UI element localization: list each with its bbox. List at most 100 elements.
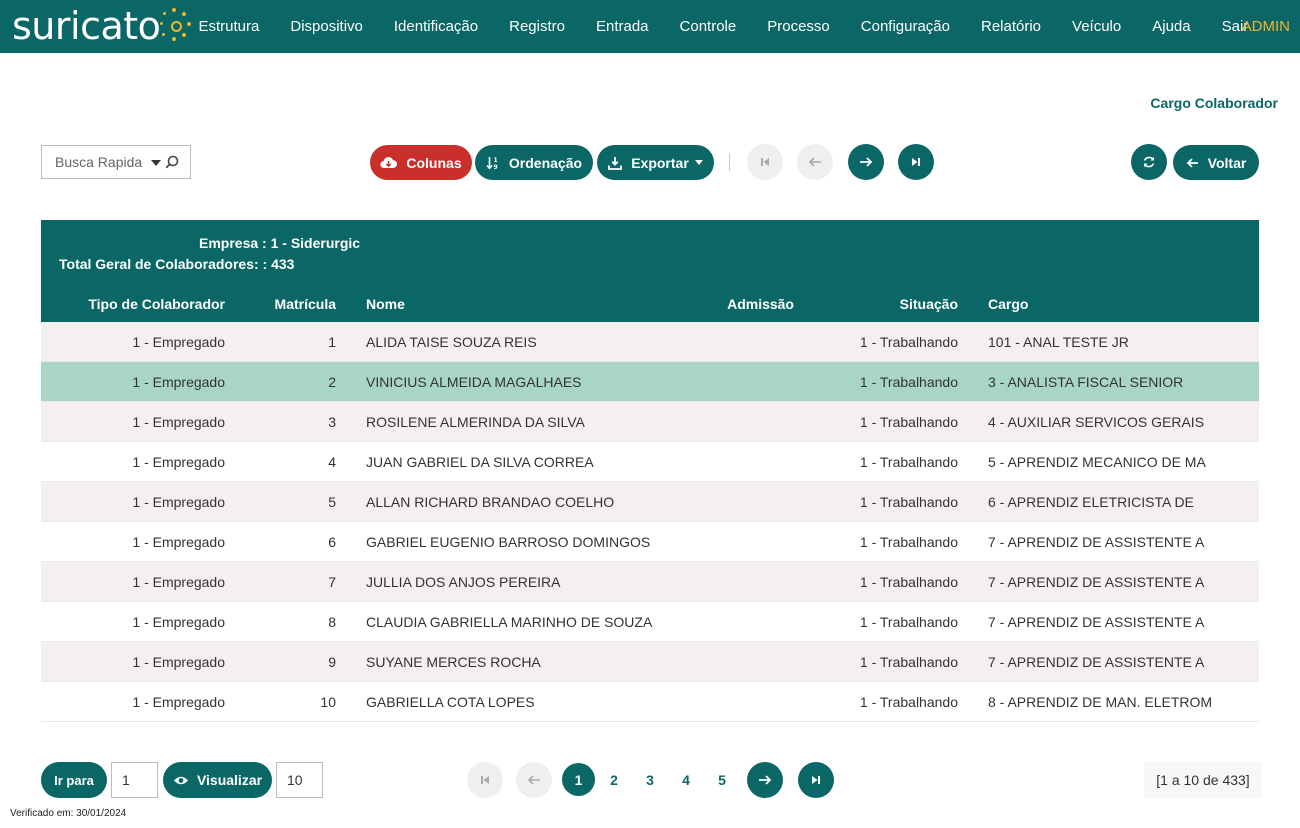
- cell-nome: ALIDA TAISE SOUZA REIS: [366, 334, 537, 350]
- cell-tipo: 1 - Empregado: [132, 614, 225, 630]
- menu-relatorio[interactable]: Relatório: [966, 18, 1057, 35]
- page-number[interactable]: 4: [670, 762, 702, 798]
- suricato-logo[interactable]: suricato: [12, 2, 194, 50]
- table-row[interactable]: 1 - Empregado 5 ALLAN RICHARD BRANDAO COEL…: [41, 482, 1259, 522]
- menu-veiculo[interactable]: Veículo: [1057, 18, 1137, 35]
- cell-cargo: 5 - APRENDIZ MECANICO DE MA: [988, 454, 1206, 470]
- menu-controle[interactable]: Controle: [664, 18, 752, 35]
- cell-matricula: 2: [328, 374, 336, 390]
- table-row[interactable]: 1 - Empregado 1 ALIDA TAISE SOUZA REIS 1 - …: [41, 322, 1259, 362]
- back-label: Voltar: [1207, 154, 1247, 171]
- columns-button[interactable]: Colunas: [370, 145, 472, 180]
- sort-label: Ordenação: [508, 154, 583, 171]
- cell-nome: JUAN GABRIEL DA SILVA CORREA: [366, 454, 594, 470]
- skip-first-icon: [761, 158, 769, 166]
- table-row[interactable]: 1 - Empregado 8 CLAUDIA GABRIELLA MARINHO …: [41, 602, 1259, 642]
- cell-matricula: 8: [328, 614, 336, 630]
- cell-matricula: 4: [328, 454, 336, 470]
- menu-entrada[interactable]: Entrada: [580, 18, 664, 35]
- table-row[interactable]: 1 - Empregado 3 ROSILENE ALMERINDA DA SILV…: [41, 402, 1259, 442]
- cell-cargo: 7 - APRENDIZ DE ASSISTENTE A: [988, 654, 1205, 670]
- pager-first-button[interactable]: [467, 762, 503, 798]
- menu-identificacao[interactable]: Identificação: [378, 18, 493, 35]
- sort-button[interactable]: 19 Ordenação: [475, 145, 593, 180]
- pager-previous-button[interactable]: [516, 762, 552, 798]
- cell-nome: JULLIA DOS ANJOS PEREIRA: [366, 574, 561, 590]
- search-input[interactable]: [53, 153, 147, 171]
- export-button[interactable]: Exportar: [597, 145, 714, 180]
- last-page-button[interactable]: [898, 144, 934, 180]
- cell-cargo: 6 - APRENDIZ ELETRICISTA DE: [988, 494, 1194, 510]
- menu-configuracao[interactable]: Configuração: [845, 18, 965, 35]
- cell-cargo: 8 - APRENDIZ DE MAN. ELETROM: [988, 694, 1213, 710]
- logo-text: suricato: [12, 4, 161, 48]
- sort-icon: 19: [486, 156, 498, 170]
- menu-estrutura[interactable]: Estrutura: [183, 18, 275, 35]
- table-row[interactable]: 1 - Empregado 6 GABRIEL EUGENIO BARROSO DO…: [41, 522, 1259, 562]
- cell-nome: SUYANE MERCES ROCHA: [366, 654, 541, 670]
- caret-down-icon[interactable]: [151, 160, 161, 166]
- refresh-button[interactable]: [1131, 144, 1167, 180]
- cell-nome: GABRIELLA COTA LOPES: [366, 694, 535, 710]
- table-row[interactable]: 1 - Empregado 10 GABRIELLA COTA LOPES 1 - T…: [41, 682, 1259, 722]
- skip-first-icon: [481, 776, 489, 784]
- svg-text:9: 9: [493, 164, 497, 170]
- pager-next-button[interactable]: [747, 762, 783, 798]
- view-button[interactable]: Visualizar: [163, 762, 272, 798]
- cell-matricula: 7: [328, 574, 336, 590]
- table-row[interactable]: 1 - Empregado 2 VINICIUS ALMEIDA MAGALHAES…: [41, 362, 1259, 402]
- menu-registro[interactable]: Registro: [494, 18, 581, 35]
- skip-last-icon: [812, 776, 820, 784]
- pager-last-button[interactable]: [798, 762, 834, 798]
- cell-cargo: 7 - APRENDIZ DE ASSISTENTE A: [988, 574, 1205, 590]
- cell-tipo: 1 - Empregado: [132, 694, 225, 710]
- cell-situacao: 1 - Trabalhando: [859, 454, 958, 470]
- first-page-button[interactable]: [747, 144, 783, 180]
- arrow-right-icon: [759, 775, 772, 785]
- column-header-admissao[interactable]: Admissão: [727, 296, 794, 312]
- cell-cargo: 7 - APRENDIZ DE ASSISTENTE A: [988, 534, 1205, 550]
- record-range: [1 a 10 de 433]: [1144, 762, 1262, 798]
- cell-tipo: 1 - Empregado: [132, 534, 225, 550]
- goto-button[interactable]: Ir para: [41, 762, 107, 798]
- goto-page-input[interactable]: [111, 762, 158, 798]
- table-row[interactable]: 1 - Empregado 4 JUAN GABRIEL DA SILVA CORR…: [41, 442, 1259, 482]
- cell-situacao: 1 - Trabalhando: [859, 614, 958, 630]
- page-title: Cargo Colaborador: [1150, 95, 1278, 111]
- column-header-cargo[interactable]: Cargo: [988, 296, 1028, 312]
- cell-tipo: 1 - Empregado: [132, 654, 225, 670]
- column-header-matricula[interactable]: Matrícula: [275, 296, 336, 312]
- cell-nome: ROSILENE ALMERINDA DA SILVA: [366, 414, 585, 430]
- cell-situacao: 1 - Trabalhando: [859, 374, 958, 390]
- user-menu[interactable]: ADMIN: [1242, 18, 1290, 35]
- table-row[interactable]: 1 - Empregado 9 SUYANE MERCES ROCHA 1 - Tra…: [41, 642, 1259, 682]
- cell-situacao: 1 - Trabalhando: [859, 574, 958, 590]
- cell-matricula: 10: [320, 694, 336, 710]
- page-number[interactable]: 5: [706, 762, 738, 798]
- cell-tipo: 1 - Empregado: [132, 574, 225, 590]
- column-header-nome[interactable]: Nome: [366, 296, 405, 312]
- page-size-input[interactable]: [276, 762, 323, 798]
- search-icon[interactable]: [165, 155, 179, 169]
- page-number[interactable]: 2: [598, 762, 630, 798]
- quick-search: [41, 145, 191, 179]
- back-button[interactable]: Voltar: [1173, 145, 1259, 180]
- cell-tipo: 1 - Empregado: [132, 374, 225, 390]
- page-number[interactable]: 3: [634, 762, 666, 798]
- verified-date: Verificado em: 30/01/2024: [10, 808, 127, 819]
- table-row[interactable]: 1 - Empregado 7 JULLIA DOS ANJOS PEREIRA 1 …: [41, 562, 1259, 602]
- cell-tipo: 1 - Empregado: [132, 334, 225, 350]
- menu-ajuda[interactable]: Ajuda: [1137, 18, 1206, 35]
- column-header-situacao[interactable]: Situação: [900, 296, 958, 312]
- cell-nome: GABRIEL EUGENIO BARROSO DOMINGOS: [366, 534, 651, 550]
- page-number[interactable]: 1: [562, 763, 595, 796]
- column-header-tipo[interactable]: Tipo de Colaborador: [88, 296, 225, 312]
- next-page-button[interactable]: [848, 144, 884, 180]
- menu-processo[interactable]: Processo: [752, 18, 846, 35]
- menu-dispositivo[interactable]: Dispositivo: [275, 18, 379, 35]
- view-label: Visualizar: [196, 772, 263, 788]
- previous-page-button[interactable]: [797, 144, 833, 180]
- cell-situacao: 1 - Trabalhando: [859, 694, 958, 710]
- company-line: Empresa : 1 - Siderurgic: [199, 235, 361, 251]
- download-icon: [608, 156, 623, 170]
